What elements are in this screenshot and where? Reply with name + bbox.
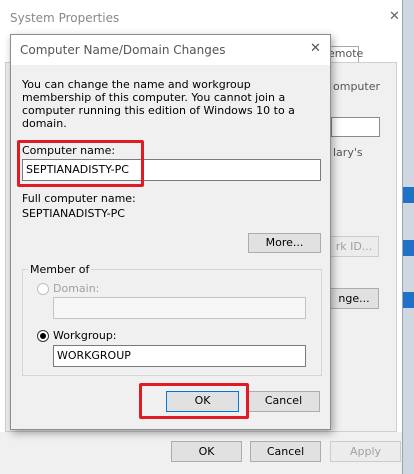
domain-label: Domain:: [53, 282, 100, 295]
tab-remote-label: emote: [328, 47, 364, 60]
change-button[interactable]: nge...: [329, 288, 379, 309]
desktop-taskbar-fragment: [403, 187, 414, 203]
radio-selected-dot: [40, 333, 46, 339]
domain-input[interactable]: [53, 297, 306, 319]
sp-ok-button[interactable]: OK: [171, 441, 242, 462]
full-name-fragment: lary's: [333, 146, 363, 159]
dialog-description: You can change the name and workgroup me…: [22, 78, 295, 130]
workgroup-radio[interactable]: [37, 330, 49, 342]
more-button[interactable]: More...: [248, 233, 321, 253]
workgroup-label: Workgroup:: [53, 329, 117, 342]
full-computer-name-label: Full computer name:: [22, 192, 136, 205]
network-id-button[interactable]: rk ID...: [329, 236, 379, 257]
desktop-taskbar-fragment: [403, 240, 414, 256]
close-icon[interactable]: ✕: [389, 9, 400, 24]
desktop-background: [403, 0, 414, 474]
system-properties-title: System Properties: [10, 11, 120, 25]
member-of-legend: Member of: [28, 263, 92, 276]
computer-name-highlight: [17, 140, 144, 187]
description-field-fragment[interactable]: [331, 117, 380, 137]
computer-name-dialog: Computer Name/Domain Changes ✕ You can c…: [10, 34, 331, 430]
sp-cancel-button[interactable]: Cancel: [250, 441, 321, 462]
ok-button-highlight: [139, 383, 249, 419]
workgroup-input[interactable]: WORKGROUP: [53, 345, 306, 367]
cancel-button[interactable]: Cancel: [247, 391, 320, 412]
sp-apply-button[interactable]: Apply: [330, 441, 401, 462]
desktop-taskbar-fragment: [403, 292, 414, 308]
description-fragment: omputer: [333, 80, 381, 93]
full-computer-name-value: SEPTIANADISTY-PC: [22, 207, 125, 220]
domain-radio[interactable]: [37, 283, 49, 295]
close-icon[interactable]: ✕: [310, 41, 321, 56]
dialog-title: Computer Name/Domain Changes: [20, 43, 226, 57]
